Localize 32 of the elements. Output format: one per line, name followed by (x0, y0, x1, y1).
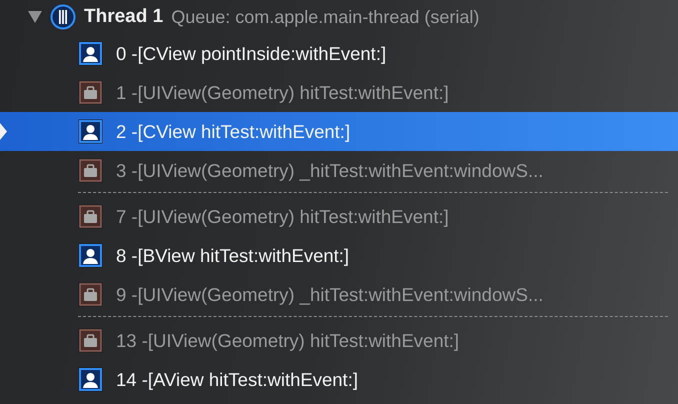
disclosure-triangle-icon[interactable] (28, 11, 42, 23)
current-frame-marker-icon (0, 123, 7, 140)
queue-label: Queue: com.apple.main-thread (serial) (171, 6, 480, 28)
frame-label: 2 -[CView hitTest:withEvent:] (116, 120, 350, 142)
stack-frame-row[interactable]: 7 -[UIView(Geometry) hitTest:withEvent:] (0, 197, 678, 236)
frame-label: 7 -[UIView(Geometry) hitTest:withEvent:] (116, 206, 449, 228)
briefcase-icon (78, 328, 103, 353)
frame-label: 3 -[UIView(Geometry) _hitTest:withEvent:windowS... (116, 160, 544, 182)
briefcase-icon (78, 80, 103, 105)
stack-frame-row[interactable]: 13 -[UIView(Geometry) hitTest:withEvent:] (0, 321, 678, 360)
stack-frame-row[interactable]: 1 -[UIView(Geometry) hitTest:withEvent:] (0, 73, 678, 112)
person-icon (78, 119, 103, 144)
frame-label: 1 -[UIView(Geometry) hitTest:withEvent:] (116, 82, 449, 104)
frame-label: 13 -[UIView(Geometry) hitTest:withEvent:] (116, 330, 460, 352)
briefcase-icon (78, 158, 103, 183)
stack-frame-row[interactable]: 14 -[AView hitTest:withEvent:] (0, 360, 678, 399)
stack-frame-row[interactable]: 8 -[BView hitTest:withEvent:] (0, 236, 678, 275)
frame-label: 9 -[UIView(Geometry) _hitTest:withEvent:windowS... (116, 284, 544, 306)
stack-frame-row[interactable]: 3 -[UIView(Geometry) _hitTest:withEvent:windowS... (0, 151, 678, 190)
stack-frame-row[interactable]: 2 -[CView hitTest:withEvent:] (0, 112, 678, 151)
thread-icon (50, 4, 76, 30)
frame-label: 0 -[CView pointInside:withEvent:] (116, 42, 386, 64)
frame-label: 8 -[BView hitTest:withEvent:] (116, 244, 350, 266)
thread-title: Thread 1 (84, 6, 164, 28)
stack-frame-row[interactable]: 0 -[CView pointInside:withEvent:] (0, 34, 678, 73)
frame-label: 14 -[AView hitTest:withEvent:] (116, 368, 358, 390)
person-icon (78, 367, 103, 392)
briefcase-icon (78, 204, 103, 229)
person-icon (78, 41, 103, 66)
briefcase-icon (78, 282, 103, 307)
person-icon (78, 243, 103, 268)
stack-frame-row[interactable]: 9 -[UIView(Geometry) _hitTest:withEvent:windowS... (0, 275, 678, 314)
